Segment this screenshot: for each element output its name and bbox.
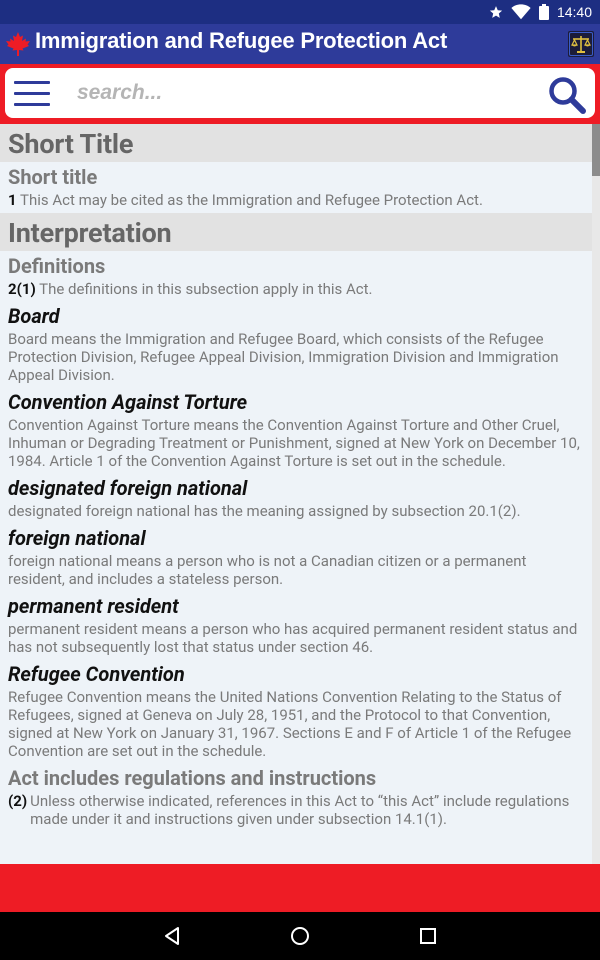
definition-text: Convention Against Torture means the Con… [8,416,580,470]
definition-text: permanent resident means a person who ha… [8,620,578,656]
definition-text: Board means the Immigration and Refugee … [8,330,559,384]
status-icons: 14:40 [489,0,592,24]
search-bar [0,64,600,124]
section-text: This Act may be cited as the Immigration… [20,191,483,209]
definition-term: Convention Against Torture [8,390,248,414]
battery-icon [538,4,549,20]
maple-leaf-icon [6,32,30,56]
part-heading-interpretation: Interpretation [0,213,592,251]
search-box [5,68,595,118]
section-1-paragraph: 1 This Act may be cited as the Immigrati… [0,189,592,209]
app-title: Immigration and Refugee Protection Act [35,28,448,53]
section-heading: Act includes regulations and instruction… [8,766,377,790]
definition-term: foreign national [8,526,146,550]
recents-icon[interactable] [416,924,440,948]
section-text: Unless otherwise indicated, references i… [30,792,570,828]
back-icon[interactable] [160,924,184,948]
scrollbar-thumb[interactable] [592,124,600,176]
section-number: 1 [8,191,17,209]
definition-term: Board [8,304,60,328]
wifi-icon [511,4,531,20]
section-number: (2) [8,792,28,810]
section-text: The definitions in this subsection apply… [39,280,373,298]
definition-text: foreign national means a person who is n… [8,552,527,588]
part-heading-short-title: Short Title [0,124,592,162]
definition-term: permanent resident [8,594,179,618]
section-number: 2(1) [8,280,36,298]
search-input[interactable] [75,76,517,110]
status-bar: 14:40 [0,0,600,24]
status-time: 14:40 [556,4,592,20]
home-icon[interactable] [288,924,312,948]
subsection-2-paragraph: (2) Unless otherwise indicated, referenc… [0,790,592,828]
scrollbar-track[interactable] [592,176,600,864]
scales-icon[interactable] [568,31,594,57]
act-content[interactable]: Short Title Short title 1 This Act may b… [0,124,592,864]
search-icon[interactable] [547,75,587,115]
menu-icon[interactable] [14,81,50,107]
definitions-intro: 2(1) The definitions in this subsection … [0,278,592,298]
star-icon [489,6,503,18]
definition-term: designated foreign national [8,476,248,500]
definition-text: designated foreign national has the mean… [8,502,521,520]
definition-term: Refugee Convention [8,662,185,686]
section-heading: Definitions [8,254,106,278]
navigation-bar [0,912,600,960]
bottom-banner [0,864,600,912]
definition-text: Refugee Convention means the United Nati… [8,688,572,760]
section-heading: Short title [8,165,98,189]
app-bar: Immigration and Refugee Protection Act [0,24,600,64]
